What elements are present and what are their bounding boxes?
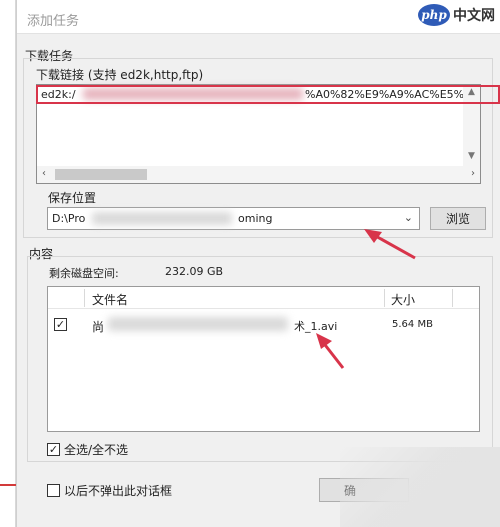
scroll-right-icon[interactable]: › — [471, 168, 475, 179]
file-list-header: 文件名 大小 — [48, 287, 479, 309]
scroll-down-icon[interactable]: ▼ — [463, 151, 480, 161]
column-header-name[interactable]: 文件名 — [92, 291, 128, 308]
logo-badge: php — [418, 4, 450, 26]
table-row[interactable]: ✓ 尚 术_1.avi 5.64 MB — [48, 315, 479, 335]
file-name-start: 尚 — [92, 320, 105, 334]
save-path-end: oming — [238, 212, 273, 225]
select-all-label: 全选/全不选 — [64, 443, 129, 457]
logo-text: 中文网 — [453, 8, 495, 24]
chevron-down-icon[interactable]: ⌄ — [404, 211, 413, 224]
dialog-title: 添加任务 — [27, 14, 80, 29]
save-location-label: 保存位置 — [48, 191, 97, 205]
save-path-redacted-area — [92, 212, 232, 225]
browse-button[interactable]: 浏览 — [430, 207, 486, 230]
save-path-start: D:\Pro — [52, 212, 86, 225]
scroll-left-icon[interactable]: ‹ — [42, 168, 46, 179]
select-all-checkbox[interactable]: ✓ 全选/全不选 — [47, 441, 128, 458]
no-popup-label: 以后不弹出此对话框 — [64, 484, 173, 498]
file-name-redacted-area — [108, 317, 288, 331]
no-popup-check-icon[interactable] — [47, 484, 60, 497]
url-highlight-box — [36, 85, 500, 104]
site-logo: php 中文网 — [418, 4, 495, 26]
background-window — [0, 0, 16, 527]
file-list[interactable]: 文件名 大小 ✓ 尚 术_1.avi 5.64 MB — [47, 286, 480, 432]
disk-space-label: 剩余磁盘空间: — [49, 267, 119, 280]
select-all-check-icon[interactable]: ✓ — [47, 443, 60, 456]
download-link-label: 下载链接 (支持 ed2k,http,ftp) — [36, 68, 204, 82]
background-red-line — [0, 484, 16, 486]
file-checkbox[interactable]: ✓ — [54, 318, 67, 331]
column-divider[interactable] — [84, 289, 85, 307]
disk-space-value: 232.09 GB — [165, 265, 224, 278]
title-bar[interactable]: 添加任务 php 中文网 — [17, 0, 500, 34]
scroll-thumb[interactable] — [55, 169, 147, 180]
file-name-end: 术_1.avi — [294, 320, 338, 333]
column-header-size[interactable]: 大小 — [391, 291, 415, 308]
column-divider[interactable] — [384, 289, 385, 307]
add-task-dialog: 添加任务 php 中文网 下载任务 下载链接 (支持 ed2k,http,ftp… — [16, 0, 500, 527]
column-divider[interactable] — [452, 289, 453, 307]
no-popup-checkbox[interactable]: 以后不弹出此对话框 — [47, 482, 172, 499]
save-path-combobox[interactable]: D:\Pro oming ⌄ — [47, 207, 420, 230]
file-size: 5.64 MB — [392, 319, 433, 330]
url-horizontal-scrollbar[interactable]: ‹ › — [37, 166, 480, 183]
corner-watermark — [340, 447, 500, 527]
